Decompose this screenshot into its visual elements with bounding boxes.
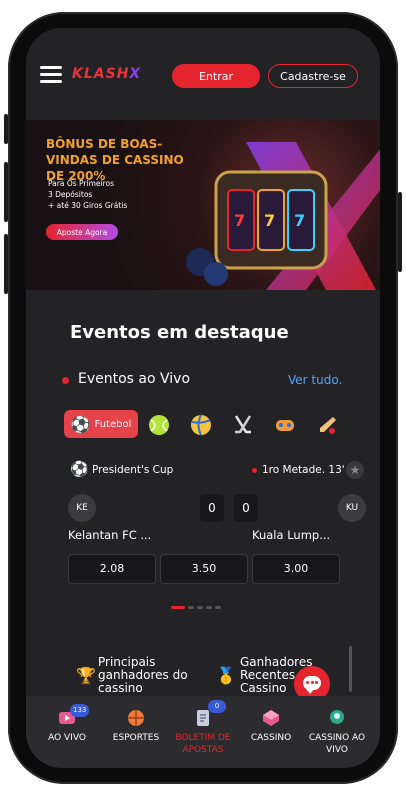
- podium-icon: 🥇: [216, 666, 236, 685]
- away-team-badge: KU: [338, 494, 366, 522]
- top-header: KLASHX Entrar Cadastre-se: [26, 28, 380, 92]
- live-status-dot: [252, 468, 257, 473]
- tennis-ball-icon: [149, 415, 169, 435]
- featured-events-title: Eventos em destaque: [70, 322, 289, 343]
- esports-icon: [276, 420, 294, 431]
- tab-volleyball[interactable]: [190, 414, 212, 436]
- nav-casino[interactable]: CASSINO: [236, 696, 306, 768]
- svg-text:7: 7: [294, 211, 305, 230]
- trophy-icon: 🏆: [76, 666, 96, 685]
- hamburger-menu-icon[interactable]: [40, 66, 62, 83]
- away-score: 0: [234, 494, 258, 522]
- carousel-pager: [171, 606, 221, 610]
- pager-dot[interactable]: [215, 606, 221, 609]
- match-status: 1ro Metade. 13': [262, 464, 345, 476]
- live-count-badge: 133: [70, 704, 90, 717]
- svg-text:7: 7: [264, 211, 275, 230]
- promo-banner[interactable]: 7 7 7 BÔNUS DE BOAS-VINDAS DE CASSINO DE…: [26, 120, 380, 290]
- home-score: 0: [200, 494, 224, 522]
- league-name: President's Cup: [92, 464, 174, 476]
- nav-live-casino[interactable]: CASSINO AO VIVO: [302, 696, 372, 768]
- live-match-card[interactable]: ⚽ President's Cup 1ro Metade. 13' ★ KE 0…: [62, 454, 366, 584]
- favorite-star-icon[interactable]: ★: [346, 461, 364, 479]
- casino-chip-icon: [263, 710, 279, 726]
- volume-up-button: [4, 162, 8, 222]
- sport-tabs: ⚽ Futebol: [64, 410, 364, 440]
- see-all-link[interactable]: Ver tudo.: [288, 373, 342, 387]
- tab-hockey[interactable]: [232, 414, 254, 436]
- scrollbar[interactable]: [349, 646, 352, 692]
- home-team-badge: KE: [68, 494, 96, 522]
- basketball-icon: [128, 710, 144, 726]
- volume-down-button: [4, 234, 8, 294]
- login-button[interactable]: Entrar: [172, 64, 260, 88]
- hockey-sticks-icon: [234, 415, 252, 435]
- svg-text:7: 7: [234, 211, 245, 230]
- signup-button[interactable]: Cadastre-se: [268, 64, 358, 88]
- live-indicator-dot: [62, 377, 69, 384]
- bottom-nav: 133 AO VIVO ESPORTES 0 BOLETIM DE APOSTAS…: [26, 696, 380, 768]
- brand-logo[interactable]: KLASHX: [72, 66, 141, 82]
- slot-machine-image: 7 7 7: [186, 142, 380, 290]
- pager-dot-active[interactable]: [171, 606, 185, 609]
- tab-esports[interactable]: [274, 414, 296, 436]
- tab-tennis[interactable]: [148, 414, 170, 436]
- live-dealer-icon: [330, 710, 344, 724]
- odds-draw-button[interactable]: 3.50: [160, 554, 248, 584]
- betslip-count-badge: 0: [208, 700, 226, 713]
- nav-betslip[interactable]: 0 BOLETIM DE APOSTAS: [168, 696, 238, 768]
- soccer-ball-icon: ⚽: [70, 414, 91, 434]
- bet-now-button[interactable]: Aposte Agora: [46, 224, 118, 240]
- banner-subtitle: Para Os Primeiros 3 Depósitos + até 30 G…: [48, 179, 128, 210]
- top-casino-winners-tab[interactable]: Principais ganhadores do cassino: [98, 656, 188, 695]
- soccer-ball-icon: ⚽: [70, 460, 89, 478]
- pager-dot[interactable]: [197, 606, 203, 609]
- odds-home-button[interactable]: 2.08: [68, 554, 156, 584]
- odds-away-button[interactable]: 3.00: [252, 554, 340, 584]
- tab-football[interactable]: ⚽ Futebol: [64, 410, 138, 438]
- away-team-name: Kuala Lump...: [252, 528, 331, 542]
- tab-cricket[interactable]: [316, 414, 338, 436]
- nav-sports[interactable]: ESPORTES: [101, 696, 171, 768]
- mute-switch: [4, 114, 8, 144]
- live-events-title: Eventos ao Vivo: [78, 371, 191, 387]
- banner-title: BÔNUS DE BOAS-VINDAS DE CASSINO DE 200%: [46, 137, 184, 183]
- volleyball-icon: [191, 414, 211, 436]
- nav-live[interactable]: 133 AO VIVO: [32, 696, 102, 768]
- pager-dot[interactable]: [206, 606, 212, 609]
- app-screen: KLASHX Entrar Cadastre-se 7 7 7 BÔNUS DE…: [26, 28, 380, 768]
- power-button: [398, 192, 402, 272]
- pager-dot[interactable]: [188, 606, 194, 609]
- cricket-icon: [320, 417, 336, 434]
- home-team-name: Kelantan FC ...: [68, 528, 152, 542]
